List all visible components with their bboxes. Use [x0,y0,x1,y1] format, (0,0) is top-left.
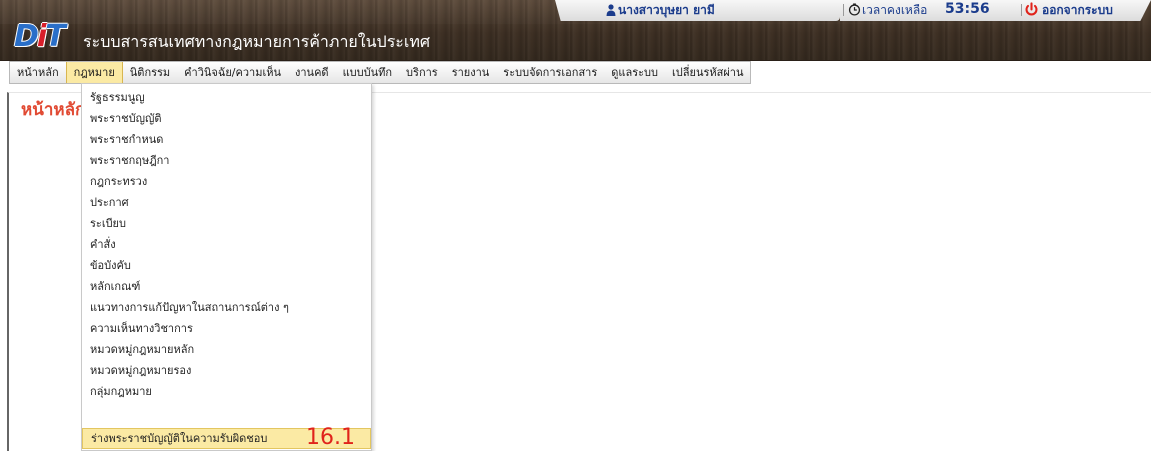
menu-juristic-act[interactable]: นิติกรรม [123,62,177,83]
menu-reports[interactable]: รายงาน [445,62,497,83]
dropdown-item-rule[interactable]: ระเบียบ [82,213,371,234]
dropdown-item-main-law-category[interactable]: หมวดหมู่กฎหมายหลัก [82,339,371,360]
system-title: ระบบสารสนเทศทางกฎหมายการค้าภายในประเทศ [83,32,431,51]
main-menu-bar: หน้าหลัก กฎหมาย นิติกรรม คำวินิจฉัย/ความ… [9,61,752,84]
menu-services[interactable]: บริการ [399,62,445,83]
dropdown-item-royal-decree[interactable]: พระราชกฤษฎีกา [82,150,371,171]
dropdown-item-academic-opinion[interactable]: ความเห็นทางวิชาการ [82,318,371,339]
timer-value: 53:56 [945,1,990,17]
user-name: นางสาวบุษยา ยามี [618,3,715,17]
logout-button[interactable]: ออกจากระบบ [1042,3,1113,17]
dropdown-item-order[interactable]: คำสั่ง [82,234,371,255]
timer-divider [843,4,844,16]
user-icon [606,4,616,16]
dropdown-item-problem-solving-guidelines[interactable]: แนวทางการแก้ปัญหาในสถานการณ์ต่าง ๆ [82,297,371,318]
menu-record-forms[interactable]: แบบบันทึก [336,62,399,83]
step-annotation: 16.1 [306,425,355,450]
logout-divider [1021,4,1022,16]
clock-icon [848,3,861,16]
menu-rulings-opinions[interactable]: คำวินิจฉัย/ความเห็น [177,62,288,83]
menu-litigation[interactable]: งานคดี [288,62,336,83]
dropdown-item-act[interactable]: พระราชบัญญัติ [82,108,371,129]
dropdown-item-criteria[interactable]: หลักเกณฑ์ [82,276,371,297]
menu-document-management[interactable]: ระบบจัดการเอกสาร [496,62,604,83]
timer-label: เวลาคงเหลือ [862,3,928,17]
dropdown-item-constitution[interactable]: รัฐธรรมนูญ [82,87,371,108]
dropdown-item-sub-law-category[interactable]: หมวดหมู่กฎหมายรอง [82,360,371,381]
dropdown-item-bylaw[interactable]: ข้อบังคับ [82,255,371,276]
law-dropdown-menu: รัฐธรรมนูญ พระราชบัญญัติ พระราชกำหนด พระ… [81,83,372,451]
dropdown-item-ministerial-regulation[interactable]: กฎกระทรวง [82,171,371,192]
menu-system-admin[interactable]: ดูแลระบบ [604,62,665,83]
power-icon[interactable] [1024,2,1039,17]
menu-change-password[interactable]: เปลี่ยนรหัสผ่าน [665,62,750,83]
dropdown-item-emergency-decree[interactable]: พระราชกำหนด [82,129,371,150]
menu-law[interactable]: กฎหมาย [65,62,123,83]
dropdown-item-announcement[interactable]: ประกาศ [82,192,371,213]
page-title: หน้าหลัก [21,100,86,120]
dropdown-item-law-group[interactable]: กลุ่มกฎหมาย [82,381,371,402]
menu-home[interactable]: หน้าหลัก [10,62,66,83]
dit-logo: DiT [14,19,66,54]
